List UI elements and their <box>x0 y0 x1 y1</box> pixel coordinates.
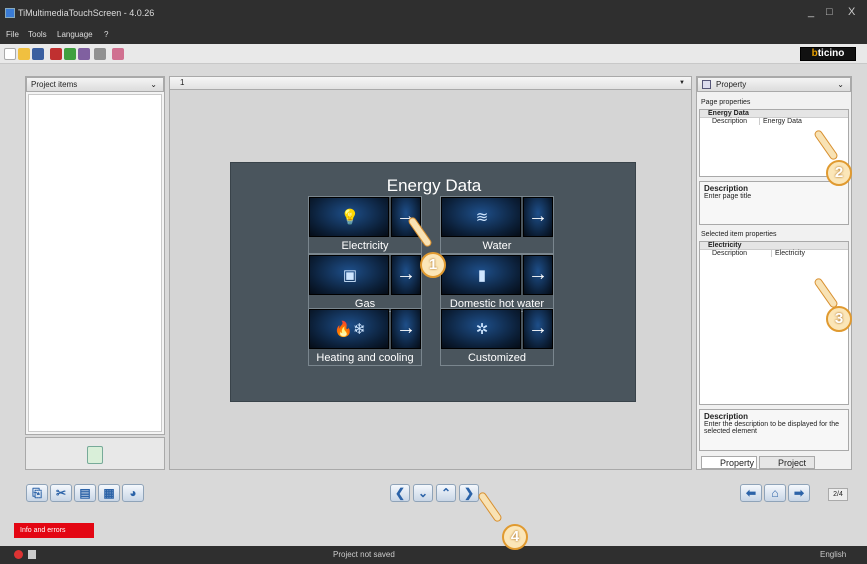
custom-icon: ✲ <box>475 321 489 338</box>
selected-item-label: Selected item properties <box>701 231 777 238</box>
water-arrow-button[interactable]: → <box>523 197 553 237</box>
new-file-icon[interactable] <box>4 48 16 60</box>
info-errors-button[interactable]: Info and errors <box>14 523 94 538</box>
info-strip <box>0 516 867 546</box>
nav-left-button[interactable]: ❮ <box>390 484 410 502</box>
trash-area[interactable] <box>25 437 165 470</box>
recycle-bin-icon[interactable] <box>87 446 103 464</box>
maximize-button[interactable]: □ <box>826 6 833 18</box>
project-items-title: Project items <box>31 80 78 89</box>
page-counter: 2/4 <box>828 488 848 501</box>
property-header: Property ⌄ <box>697 77 851 92</box>
nav-up-button[interactable]: ⌃ <box>436 484 456 502</box>
description-box-item: Description Enter the description to be … <box>699 409 849 451</box>
tab-property[interactable]: Property <box>701 456 757 469</box>
page-description-row[interactable]: Description Energy Data <box>700 118 848 125</box>
document-icon <box>28 550 36 559</box>
callout-1: 1 <box>420 252 446 278</box>
bticino-logo: bticino <box>800 47 856 61</box>
upload-icon[interactable] <box>50 48 62 60</box>
page-selector[interactable]: 1 ▼ <box>169 76 692 90</box>
pin-icon[interactable]: ⌄ <box>150 78 157 91</box>
paste-icon[interactable]: ▤ <box>74 484 96 502</box>
tile-label: Heating and cooling <box>316 352 414 364</box>
dropdown-icon[interactable]: ▼ <box>679 77 685 89</box>
menu-bar: File Tools Language ? <box>0 27 867 44</box>
tile-customized[interactable]: ✲ → Customized <box>440 308 554 366</box>
download-icon[interactable] <box>64 48 76 60</box>
home-button[interactable]: ⌂ <box>764 484 786 502</box>
heating-arrow-button[interactable]: → <box>391 309 421 349</box>
page-group-row: Energy Data <box>700 110 848 118</box>
pin-icon[interactable]: ⌄ <box>837 78 844 91</box>
copy-icon[interactable]: ⎘ <box>26 484 48 502</box>
tile-heating-cooling[interactable]: 🔥❄ → Heating and cooling <box>308 308 422 366</box>
property-panel: Property ⌄ Page properties Energy Data D… <box>696 76 852 470</box>
cut-icon[interactable]: ✂ <box>50 484 72 502</box>
project-items-header: Project items ⌄ <box>26 77 164 92</box>
toolbar: bticino <box>0 44 867 64</box>
item-description-value[interactable]: Electricity <box>772 250 805 257</box>
page-properties-label: Page properties <box>701 99 751 106</box>
gas-meter-icon: ▣ <box>342 267 358 284</box>
menu-help[interactable]: ? <box>104 30 108 39</box>
description-box-page: Description Enter page title <box>699 181 849 225</box>
tile-water[interactable]: ≋ → Water <box>440 196 554 254</box>
touchscreen-preview: Energy Data 💡 → Electricity ≋ → Water ▣ … <box>230 162 636 402</box>
flame-snow-icon: 🔥❄ <box>334 321 366 338</box>
minimize-button[interactable]: _ <box>808 6 814 18</box>
window-title: TiMultimediaTouchScreen - 4.0.26 <box>18 8 155 18</box>
tab-project[interactable]: Project <box>759 456 815 469</box>
language-indicator: English <box>820 550 847 559</box>
tile-label: Customized <box>467 352 527 364</box>
forward-button[interactable]: ➡ <box>788 484 810 502</box>
tile-domestic-hot-water[interactable]: ▮ → Domestic hot water <box>440 254 554 312</box>
menu-file[interactable]: File <box>6 30 19 39</box>
boiler-icon: ▮ <box>477 267 487 284</box>
customized-arrow-button[interactable]: → <box>523 309 553 349</box>
title-bar: TiMultimediaTouchScreen - 4.0.26 _ □ X <box>0 0 867 27</box>
callout-4: 4 <box>502 524 528 550</box>
grid-icon[interactable]: ▦ <box>98 484 120 502</box>
save-icon[interactable] <box>32 48 44 60</box>
gas-arrow-button[interactable]: → <box>391 255 421 295</box>
settings-icon[interactable] <box>94 48 106 60</box>
water-icon: ≋ <box>475 209 489 226</box>
project-items-panel: Project items ⌄ <box>25 76 165 435</box>
screen-title: Energy Data <box>386 176 482 195</box>
status-bar: Project not saved English <box>0 546 867 564</box>
tile-label: Water <box>482 240 512 252</box>
menu-tools[interactable]: Tools <box>28 30 47 39</box>
back-button[interactable]: ⬅ <box>740 484 762 502</box>
callout-2: 2 <box>826 160 852 186</box>
tile-gas[interactable]: ▣ → Gas <box>308 254 422 312</box>
error-icon <box>14 550 23 559</box>
palette-icon[interactable]: ◕ <box>122 484 144 502</box>
tile-label: Electricity <box>341 240 389 252</box>
status-message: Project not saved <box>333 550 395 559</box>
item-description-row[interactable]: Description Electricity <box>700 250 848 257</box>
close-button[interactable]: X <box>848 6 855 18</box>
app-icon <box>5 8 15 18</box>
open-folder-icon[interactable] <box>18 48 30 60</box>
bottom-toolbar: ⎘ ✂ ▤ ▦ ◕ ❮ ⌄ ⌃ ❯ ⬅ ⌂ ➡ 2/4 <box>0 473 867 516</box>
page-description-value[interactable]: Energy Data <box>760 118 802 125</box>
project-items-list[interactable] <box>28 94 162 432</box>
page-number: 1 <box>180 78 185 87</box>
nav-right-button[interactable]: ❯ <box>459 484 479 502</box>
hot-water-arrow-button[interactable]: → <box>523 255 553 295</box>
callout-3: 3 <box>826 306 852 332</box>
property-icon <box>702 80 711 89</box>
item-group-row: Electricity <box>700 242 848 250</box>
tile-electricity[interactable]: 💡 → Electricity <box>308 196 422 254</box>
menu-language[interactable]: Language <box>57 30 93 39</box>
bulb-plug-icon: 💡 <box>340 209 360 226</box>
nav-down-button[interactable]: ⌄ <box>413 484 433 502</box>
property-title: Property <box>716 80 747 89</box>
tools-icon[interactable] <box>112 48 124 60</box>
device-icon[interactable] <box>78 48 90 60</box>
